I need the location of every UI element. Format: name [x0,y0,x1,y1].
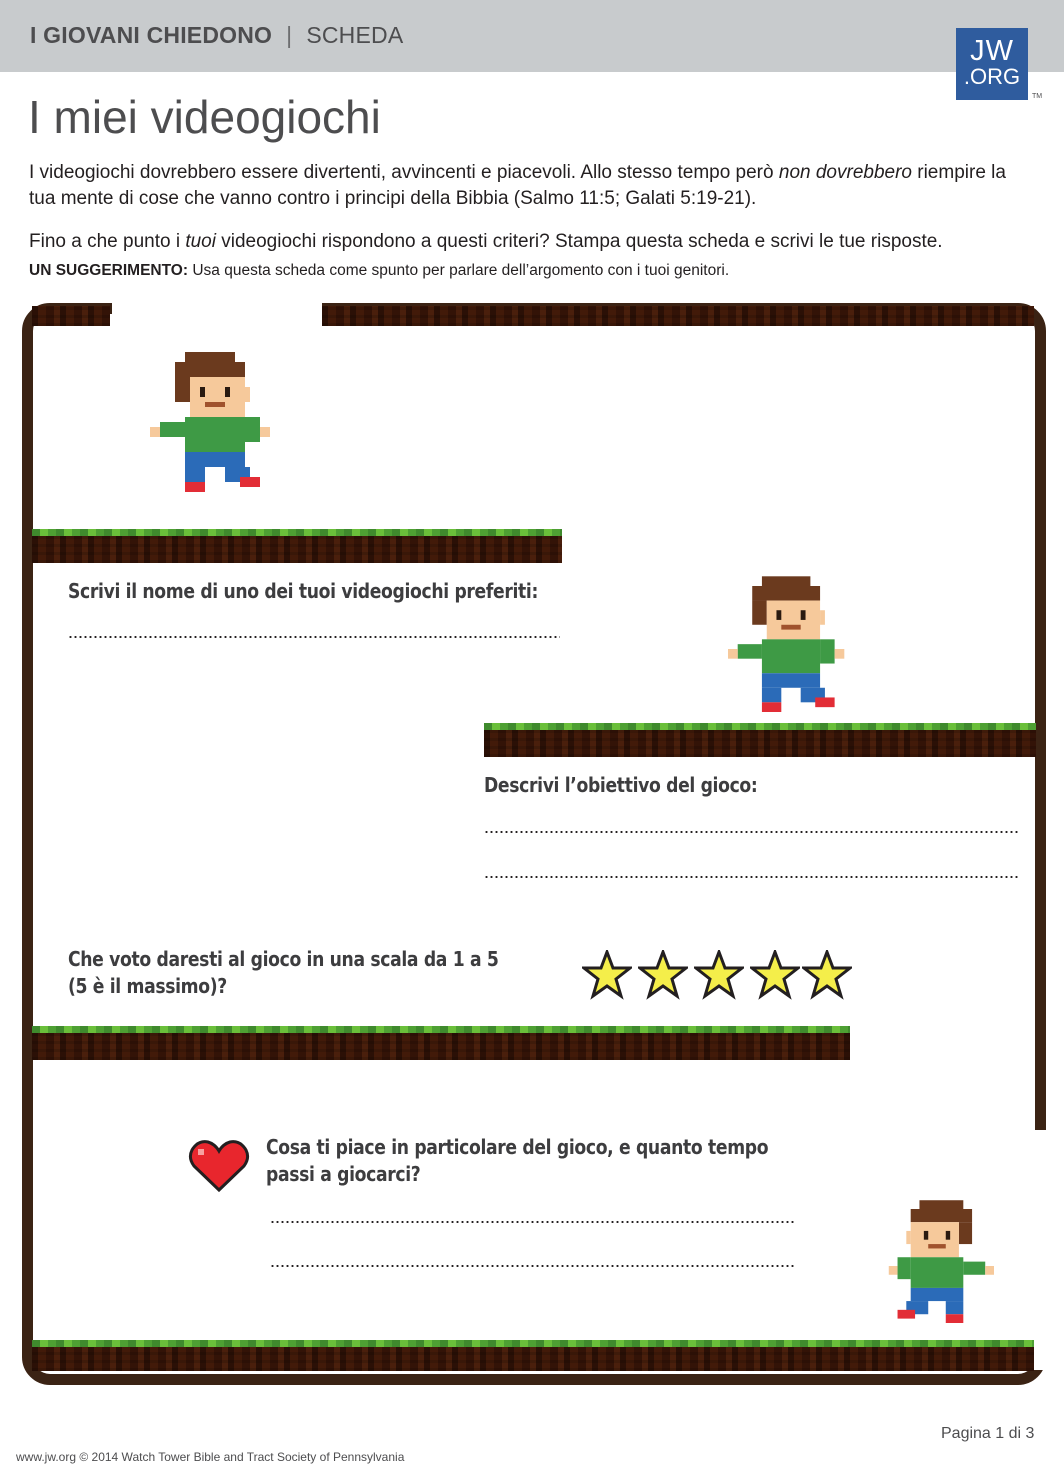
platform-3 [32,1033,850,1060]
copyright-footer: www.jw.org © 2014 Watch Tower Bible and … [16,1450,405,1464]
question-game-goal: Descrivi l’obiettivo del gioco: [484,773,758,797]
question-text-1: Fino a che punto i [29,231,186,252]
tip-label: UN SUGGERIMENTO: [29,262,189,279]
question-text-2: videogiochi rispondono a questi criteri?… [215,231,943,252]
character-sprite [150,352,280,502]
question-emphasis: tuoi [185,231,216,252]
intro-text-1: I videogiochi dovrebbero essere diverten… [29,162,779,183]
intro-paragraph: I videogiochi dovrebbero essere diverten… [29,160,1019,212]
question-paragraph: Fino a che punto i tuoi videogiochi risp… [29,230,1039,254]
page-number: Pagina 1 di 3 [941,1425,1035,1442]
question-rating-line2: (5 è il massimo)? [68,974,227,998]
question-favorite-game: Scrivi il nome di uno dei tuoi videogioc… [68,579,539,603]
question-likes-line1: Cosa ti piace in particolare del gioco, … [266,1135,769,1159]
header-type: SCHEDA [306,22,404,48]
question-likes-line2: passi a giocarci? [266,1162,421,1186]
top-dirt-left [32,306,110,326]
header-series: I GIOVANI CHIEDONO [30,22,273,48]
question-rating-line1: Che voto daresti al gioco in una scala d… [68,947,499,971]
character-sprite [880,1192,994,1340]
star-icon[interactable] [694,950,744,1000]
answer-line-favorite-game[interactable] [68,636,560,638]
jw-logo[interactable]: JW .ORG [956,28,1028,100]
frame-gap [112,300,322,320]
tip-text: Usa questa scheda come spunto per parlar… [188,262,730,279]
platform-2-grass [484,723,1036,730]
page-title: I miei videogiochi [28,91,381,143]
star-icon[interactable] [802,950,852,1000]
header-separator: | [286,22,293,48]
question-rating: Che voto daresti al gioco in una scala d… [68,946,499,1000]
star-icon[interactable] [582,950,632,1000]
answer-line-game-goal-2[interactable] [484,876,1020,878]
platform-4 [32,1347,1034,1371]
character-sprite [728,576,854,722]
answer-line-game-goal-1[interactable] [484,831,1020,833]
trademark: TM [1032,93,1043,100]
intro-emphasis: non dovrebbero [778,162,912,183]
answer-line-likes-2[interactable] [270,1265,796,1267]
platform-2 [484,730,1036,757]
question-likes-and-time: Cosa ti piace in particolare del gioco, … [266,1134,769,1188]
star-icon[interactable] [638,950,688,1000]
heart-icon [188,1140,250,1193]
header-title: I GIOVANI CHIEDONO | SCHEDA [30,22,403,49]
tip-paragraph: UN SUGGERIMENTO: Usa questa scheda come … [29,262,729,280]
answer-line-likes-1[interactable] [270,1221,796,1223]
logo-line1: JW [970,35,1014,67]
frame-gap-right [1030,1130,1050,1370]
platform-1 [32,536,562,563]
platform-3-grass [32,1026,850,1033]
logo-line2: .ORG [963,64,1021,89]
platform-4-grass [32,1340,1034,1347]
platform-1-grass [32,529,562,536]
star-icon[interactable] [750,950,800,1000]
top-dirt-right [322,306,1034,326]
